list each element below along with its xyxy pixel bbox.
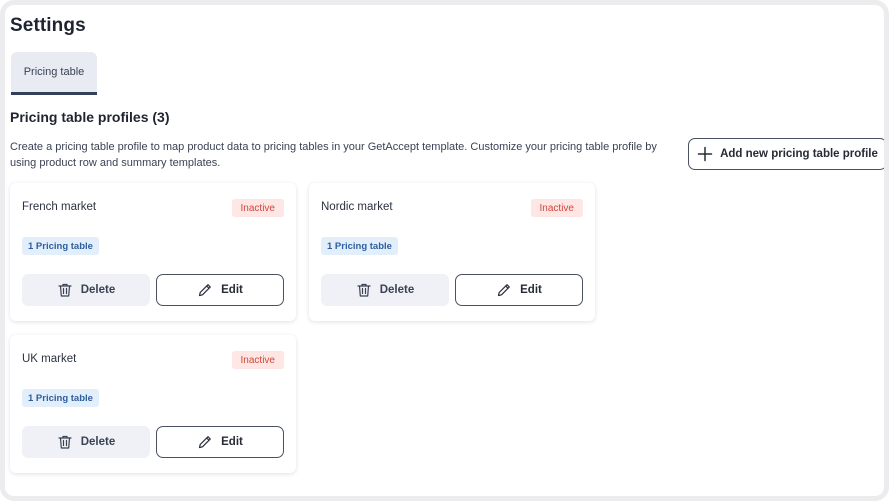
edit-label: Edit — [221, 284, 243, 296]
section-description: Create a pricing table profile to map pr… — [10, 141, 657, 169]
status-badge: Inactive — [231, 351, 284, 369]
delete-label: Delete — [379, 284, 415, 296]
profile-card: UK market Inactive 1 Pricing table Delet… — [10, 335, 296, 473]
edit-label: Edit — [221, 436, 243, 448]
profile-card: Nordic market Inactive 1 Pricing table D… — [309, 183, 595, 321]
pricing-table-count-badge: 1 Pricing table — [321, 237, 398, 255]
add-pricing-profile-label: Add new pricing table profile — [720, 148, 878, 160]
edit-label: Edit — [520, 284, 542, 296]
plus-icon — [697, 146, 713, 162]
add-pricing-profile-button[interactable]: Add new pricing table profile — [688, 138, 884, 170]
delete-button[interactable]: Delete — [22, 426, 150, 458]
profile-name: French market — [22, 201, 97, 213]
edit-button[interactable]: Edit — [156, 274, 284, 306]
pricing-table-count-badge: 1 Pricing table — [22, 389, 99, 407]
pencil-icon — [496, 282, 512, 298]
profile-name: UK market — [22, 353, 77, 365]
delete-label: Delete — [80, 436, 116, 448]
pencil-icon — [197, 282, 213, 298]
delete-button[interactable]: Delete — [22, 274, 150, 306]
delete-button[interactable]: Delete — [321, 274, 449, 306]
settings-window: Settings Pricing table Pricing table pro… — [0, 0, 889, 501]
tab-pricing-table[interactable]: Pricing table — [11, 52, 97, 95]
edit-button[interactable]: Edit — [156, 426, 284, 458]
pricing-table-count-badge: 1 Pricing table — [22, 237, 99, 255]
edit-button[interactable]: Edit — [455, 274, 583, 306]
trash-icon — [57, 434, 73, 450]
section-title: Pricing table profiles (3) — [10, 109, 170, 125]
status-badge: Inactive — [231, 199, 284, 217]
trash-icon — [356, 282, 372, 298]
status-badge: Inactive — [530, 199, 583, 217]
page-title: Settings — [10, 15, 86, 36]
trash-icon — [57, 282, 73, 298]
delete-label: Delete — [80, 284, 116, 296]
profile-name: Nordic market — [321, 201, 393, 213]
profile-card: French market Inactive 1 Pricing table D… — [10, 183, 296, 321]
pencil-icon — [197, 434, 213, 450]
